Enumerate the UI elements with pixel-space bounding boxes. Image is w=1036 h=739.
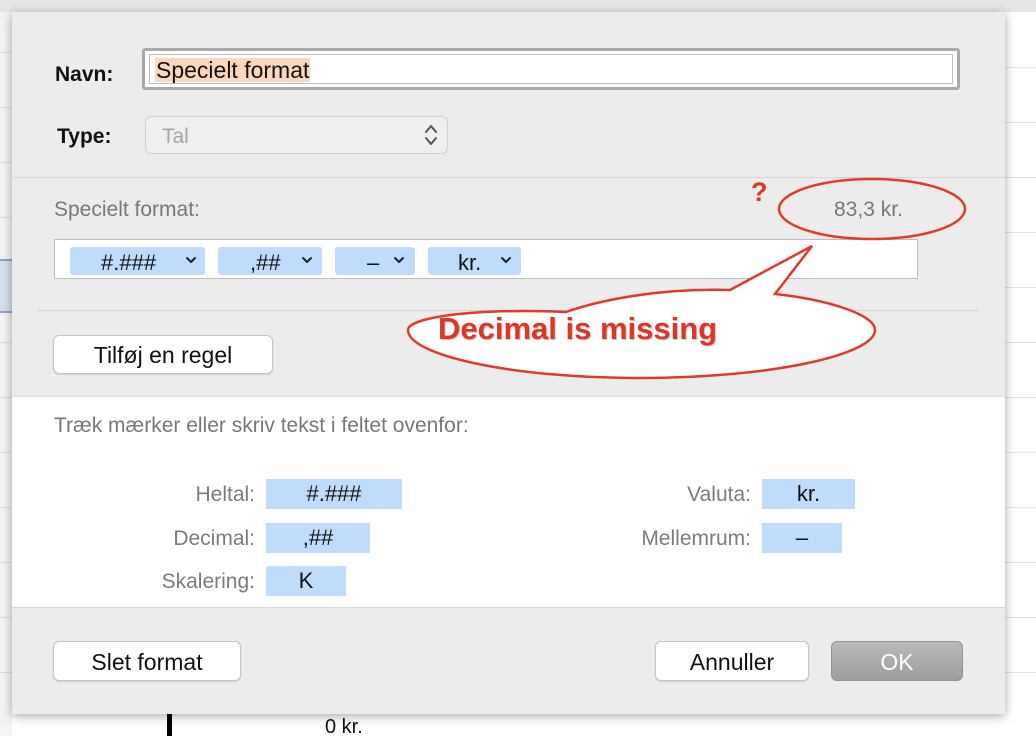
decimal-token[interactable]: ,## [266, 523, 370, 553]
space-label: Mellemrum: [641, 527, 751, 550]
token-currency[interactable]: kr. [428, 247, 521, 275]
currency-token[interactable]: kr. [762, 479, 855, 509]
add-rule-button[interactable]: Tilføj en regel [53, 335, 273, 374]
token-integer-label: #.### [101, 250, 157, 275]
ok-button[interactable]: OK [831, 641, 963, 681]
currency-label: Valuta: [687, 483, 751, 506]
scaling-token[interactable]: K [266, 566, 346, 596]
chevron-down-icon [186, 257, 196, 263]
updown-chevron-icon [425, 125, 437, 145]
custom-format-label: Specielt format: [54, 198, 200, 221]
delete-format-button[interactable]: Slet format [53, 641, 241, 681]
integer-label: Heltal: [195, 483, 255, 506]
name-field[interactable]: Specielt format [142, 48, 960, 90]
background-grid [1005, 12, 1036, 736]
token-currency-label: kr. [458, 250, 482, 275]
dialog-footer: Slet format Annuller OK [12, 607, 1005, 714]
type-select-value: Tal [162, 125, 189, 148]
annotation-callout-text: Decimal is missing [438, 311, 718, 346]
chart-axis-line [167, 714, 172, 736]
name-label: Navn: [55, 63, 114, 86]
background-row-headers [0, 12, 12, 736]
name-type-section: Navn: Specielt format Type: Tal [12, 12, 1005, 178]
token-decimal-label: ,## [250, 250, 281, 275]
custom-format-dialog: Navn: Specielt format Type: Tal Specielt… [12, 12, 1005, 714]
annotation-question-mark: ? [751, 177, 768, 207]
chevron-down-icon [302, 257, 312, 263]
type-label: Type: [57, 125, 112, 148]
token-space-label: – [367, 250, 380, 275]
space-token[interactable]: – [762, 523, 842, 553]
type-select[interactable]: Tal [145, 116, 448, 154]
token-decimal[interactable]: ,## [218, 247, 322, 275]
chevron-down-icon [394, 257, 404, 263]
chevron-down-icon [501, 257, 511, 263]
token-space[interactable]: – [335, 247, 415, 275]
integer-token[interactable]: #.### [266, 479, 402, 509]
cancel-button[interactable]: Annuller [655, 641, 809, 681]
token-integer[interactable]: #.### [70, 247, 205, 275]
decimal-label: Decimal: [173, 527, 255, 550]
drag-instruction: Træk mærker eller skriv tekst i feltet o… [54, 414, 469, 437]
format-token-field[interactable]: #.### ,## – kr. [54, 239, 918, 279]
format-preview: 83,3 kr. [834, 198, 903, 221]
name-input-selected-text[interactable]: Specielt format [155, 58, 311, 82]
token-palette-section: Træk mærker eller skriv tekst i feltet o… [12, 396, 1005, 608]
custom-format-section: Specielt format: 83,3 kr. #.### ,## – kr… [12, 178, 1005, 395]
scaling-label: Skalering: [161, 570, 255, 593]
